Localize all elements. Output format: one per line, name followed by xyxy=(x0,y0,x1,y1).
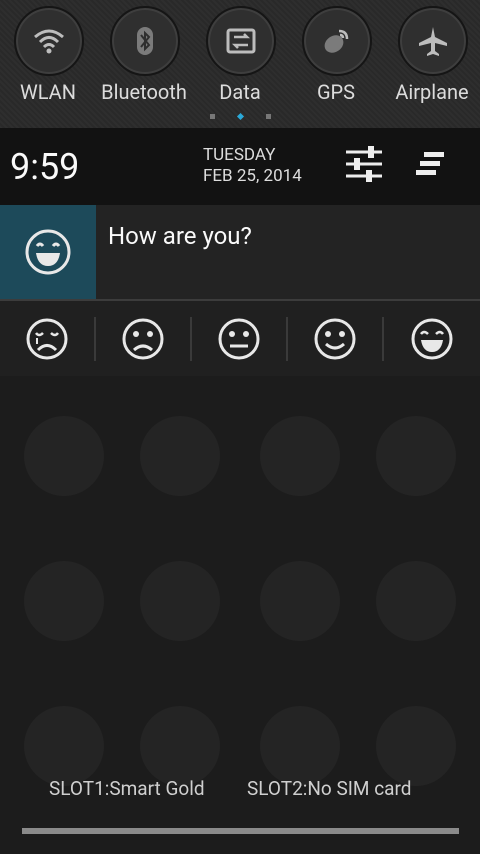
app-icon-ghost xyxy=(260,561,340,641)
toggle-data[interactable]: Data xyxy=(192,6,288,114)
data-transfer-icon xyxy=(226,28,256,54)
mood-divider xyxy=(286,317,288,361)
app-icon-ghost xyxy=(376,561,456,641)
mood-selector xyxy=(0,301,480,376)
clock: 9:59 xyxy=(10,146,80,188)
page-dot xyxy=(266,114,271,119)
mood-divider xyxy=(94,317,96,361)
toggle-label: Data xyxy=(219,80,261,104)
airplane-icon xyxy=(419,27,447,56)
notification-item[interactable]: How are you? xyxy=(0,205,480,299)
shade-drag-handle[interactable] xyxy=(22,828,459,834)
laughing-face-icon xyxy=(25,229,71,275)
mood-button-crying[interactable] xyxy=(25,317,69,361)
mood-button-neutral[interactable] xyxy=(217,317,261,361)
day-of-week: TUESDAY xyxy=(203,145,276,165)
mood-button-sad[interactable] xyxy=(121,317,165,361)
gps-icon xyxy=(324,29,349,53)
quick-settings-panel: WLAN Bluetooth Data GPS Airplane xyxy=(0,0,480,128)
notification-title: How are you? xyxy=(108,222,252,250)
app-icon-ghost xyxy=(260,416,340,496)
laughing-face-icon xyxy=(411,318,453,360)
app-icon-ghost xyxy=(24,706,104,786)
neutral-face-icon xyxy=(218,318,260,360)
toggle-circle xyxy=(206,6,276,76)
app-icon-ghost xyxy=(24,416,104,496)
mood-button-smile[interactable] xyxy=(313,317,357,361)
toggle-circle xyxy=(14,6,84,76)
toggle-label: GPS xyxy=(316,80,356,104)
app-icon-ghost xyxy=(260,706,340,786)
sim-slot-1: SLOT1:Smart Gold xyxy=(49,777,205,800)
clear-all-icon xyxy=(416,152,444,175)
app-icon-ghost xyxy=(376,706,456,786)
crying-face-icon xyxy=(26,318,68,360)
toggle-bluetooth[interactable]: Bluetooth xyxy=(96,6,192,114)
page-indicator xyxy=(208,112,272,121)
smile-face-icon xyxy=(314,318,356,360)
mood-button-laughing[interactable] xyxy=(410,317,454,361)
toggle-circle xyxy=(110,6,180,76)
mood-divider xyxy=(190,317,192,361)
toggle-label: Bluetooth xyxy=(101,80,187,104)
mood-divider xyxy=(382,317,384,361)
toggle-circle xyxy=(302,6,372,76)
toggle-label: Airplane xyxy=(395,80,469,104)
app-icon-ghost xyxy=(140,706,220,786)
toggle-gps[interactable]: GPS xyxy=(288,6,384,114)
page-dot-active xyxy=(236,112,245,121)
bluetooth-icon xyxy=(137,27,153,55)
sad-face-icon xyxy=(122,318,164,360)
toggle-airplane[interactable]: Airplane xyxy=(384,6,480,114)
clear-all-button[interactable] xyxy=(414,150,446,178)
toggle-circle xyxy=(398,6,468,76)
app-icon-ghost xyxy=(24,561,104,641)
notification-icon-box xyxy=(0,205,96,299)
settings-sliders-button[interactable] xyxy=(344,144,384,184)
toggle-wlan[interactable]: WLAN xyxy=(0,6,96,114)
toggle-label: WLAN xyxy=(19,80,76,104)
app-icon-ghost xyxy=(140,416,220,496)
date: FEB 25, 2014 xyxy=(203,166,302,186)
app-icon-ghost xyxy=(140,561,220,641)
app-icon-ghost xyxy=(376,416,456,496)
notification-header: 9:59 TUESDAY FEB 25, 2014 xyxy=(0,128,480,205)
page-dot xyxy=(210,114,215,119)
settings-sliders-icon xyxy=(346,146,382,182)
wifi-icon xyxy=(34,29,64,54)
sim-slot-2: SLOT2:No SIM card xyxy=(247,777,412,800)
